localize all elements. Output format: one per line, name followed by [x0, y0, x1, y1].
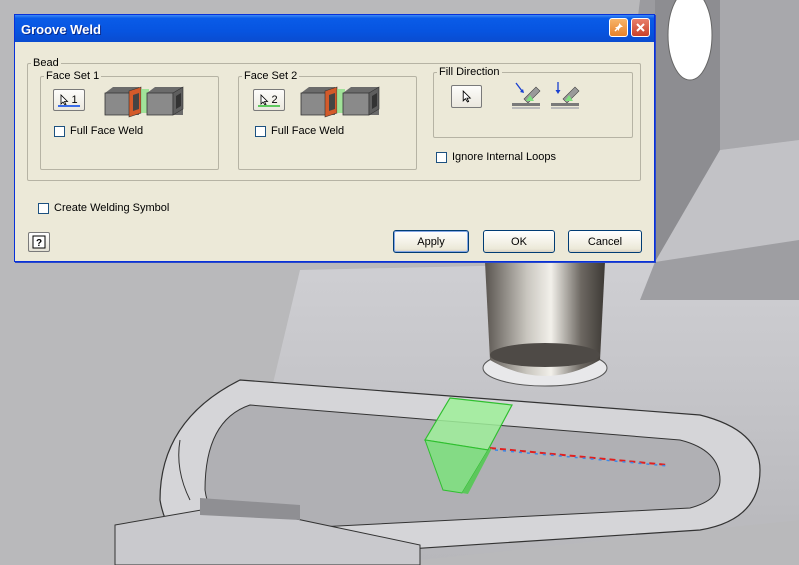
- ignore-internal-loops[interactable]: Ignore Internal Loops: [436, 151, 556, 163]
- close-icon: [636, 23, 645, 32]
- face-set-1-underline: [58, 105, 80, 107]
- help-button[interactable]: ?: [28, 232, 50, 252]
- face-set-1-full-face-weld-label: Full Face Weld: [70, 125, 144, 137]
- groove-weld-dialog: Groove Weld Bead Face Set 1 1 Full Face …: [14, 14, 655, 262]
- face-set-1-full-face-weld[interactable]: Full Face Weld: [54, 125, 143, 137]
- fill-direction-label: Fill Direction: [439, 66, 500, 78]
- dialog-title: Groove Weld: [21, 22, 101, 37]
- create-welding-symbol-checkbox[interactable]: [38, 202, 49, 214]
- pin-icon: [614, 23, 623, 32]
- create-welding-symbol[interactable]: Create Welding Symbol: [38, 202, 169, 214]
- face-set-2-full-face-weld[interactable]: Full Face Weld: [255, 125, 344, 137]
- face-set-2-full-face-weld-checkbox[interactable]: [255, 125, 266, 137]
- face-set-2-preview-icon: [300, 86, 380, 118]
- fill-direction-2-icon[interactable]: [549, 81, 581, 111]
- pin-button[interactable]: [609, 18, 628, 37]
- face-set-1-select-button[interactable]: 1: [53, 89, 85, 111]
- ignore-internal-loops-label: Ignore Internal Loops: [452, 151, 556, 163]
- pipe: [482, 262, 608, 387]
- face-set-1-label: Face Set 1: [46, 70, 100, 82]
- ignore-internal-loops-checkbox[interactable]: [436, 151, 447, 163]
- svg-text:?: ?: [36, 238, 42, 249]
- cursor-icon: [462, 90, 471, 103]
- create-welding-symbol-label: Create Welding Symbol: [54, 202, 170, 214]
- face-set-1-full-face-weld-checkbox[interactable]: [54, 125, 65, 137]
- dialog-titlebar[interactable]: Groove Weld: [15, 15, 654, 42]
- ok-button[interactable]: OK: [483, 230, 555, 253]
- face-set-2-underline: [258, 105, 280, 107]
- help-icon: ?: [32, 235, 46, 249]
- close-button[interactable]: [631, 18, 650, 37]
- fill-direction-select-button[interactable]: [451, 85, 482, 108]
- bead-group-label: Bead: [33, 57, 59, 69]
- apply-button[interactable]: Apply: [393, 230, 469, 253]
- fill-direction-1-icon[interactable]: [510, 81, 542, 111]
- cancel-button[interactable]: Cancel: [568, 230, 642, 253]
- face-set-2-label: Face Set 2: [244, 70, 298, 82]
- face-set-2-select-button[interactable]: 2: [253, 89, 285, 111]
- face-set-1-preview-icon: [104, 86, 184, 118]
- face-set-2-full-face-weld-label: Full Face Weld: [271, 125, 345, 137]
